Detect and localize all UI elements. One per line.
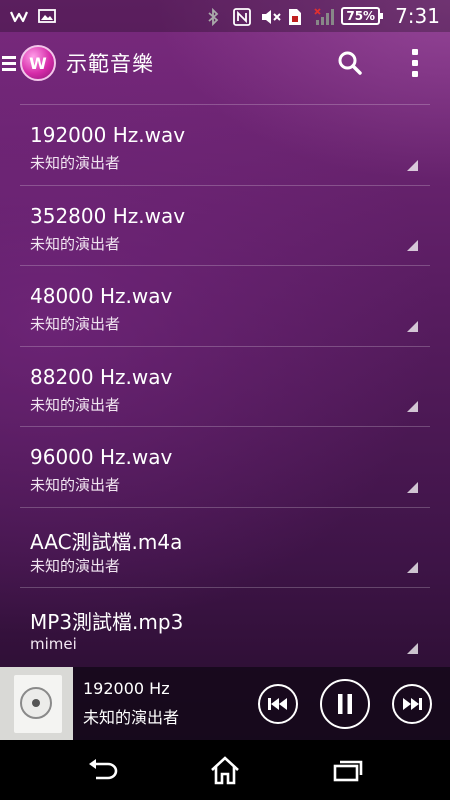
recent-apps-button[interactable]	[324, 750, 372, 790]
list-item[interactable]: MP3測試檔.mp3 mimei	[20, 588, 430, 667]
battery-percent: 75%	[346, 9, 376, 23]
list-item[interactable]: 88200 Hz.wav 未知的演出者	[20, 347, 430, 427]
context-menu-indicator-icon[interactable]	[407, 481, 418, 493]
track-title: 48000 Hz.wav	[30, 284, 173, 308]
logo-letter: W	[29, 53, 47, 73]
pause-icon	[338, 693, 352, 714]
now-playing-artist: 未知的演出者	[83, 708, 180, 727]
action-bar: W 示範音樂	[0, 32, 450, 94]
now-playing-bar[interactable]: 192000 Hz 未知的演出者	[0, 667, 450, 740]
context-menu-indicator-icon[interactable]	[407, 240, 418, 251]
overflow-menu-icon[interactable]	[400, 43, 430, 83]
list-item[interactable]: 96000 Hz.wav 未知的演出者	[20, 427, 430, 508]
track-title: MP3測試檔.mp3	[30, 610, 184, 634]
track-title: 192000 Hz.wav	[30, 123, 186, 147]
mute-icon	[260, 8, 282, 24]
search-icon	[338, 51, 362, 75]
track-artist: 未知的演出者	[30, 315, 121, 333]
walkman-notification-icon	[9, 8, 29, 24]
clock: 7:31	[395, 4, 440, 28]
navigation-bar	[0, 740, 450, 800]
context-menu-indicator-icon[interactable]	[407, 159, 418, 171]
list-item[interactable]: 192000 Hz.wav 未知的演出者	[20, 105, 430, 186]
home-icon	[211, 756, 239, 785]
recent-apps-icon	[334, 760, 363, 782]
track-title: AAC測試檔.m4a	[30, 529, 183, 554]
disc-icon	[20, 687, 52, 719]
bluetooth-icon	[206, 7, 224, 27]
context-menu-indicator-icon[interactable]	[407, 562, 418, 573]
status-bar: 75% 7:31	[0, 0, 450, 32]
now-playing-title: 192000 Hz	[83, 679, 170, 698]
battery-icon: 75%	[341, 7, 383, 25]
back-icon	[88, 759, 117, 780]
previous-icon	[268, 697, 287, 710]
image-icon	[38, 8, 56, 24]
previous-button[interactable]	[258, 683, 298, 724]
album-art[interactable]	[0, 667, 73, 740]
menu-icon[interactable]	[2, 55, 16, 71]
track-title: 352800 Hz.wav	[30, 203, 186, 228]
context-menu-indicator-icon[interactable]	[407, 642, 418, 654]
track-artist: 未知的演出者	[30, 476, 121, 494]
next-icon	[403, 697, 422, 710]
home-button[interactable]	[201, 750, 249, 790]
walkman-logo[interactable]: W	[20, 45, 56, 81]
list-item[interactable]: 48000 Hz.wav 未知的演出者	[20, 266, 430, 347]
sim-icon	[287, 8, 305, 25]
track-list[interactable]: 192000 Hz.wav 未知的演出者 352800 Hz.wav 未知的演出…	[20, 104, 430, 667]
track-artist: 未知的演出者	[30, 395, 121, 414]
signal-icon	[314, 8, 335, 25]
context-menu-indicator-icon[interactable]	[407, 320, 418, 332]
track-artist: 未知的演出者	[30, 556, 121, 575]
back-button[interactable]	[78, 750, 126, 790]
page-title: 示範音樂	[66, 52, 154, 76]
pause-button[interactable]	[320, 678, 370, 729]
track-title: 96000 Hz.wav	[30, 445, 173, 469]
list-item[interactable]: 352800 Hz.wav 未知的演出者	[20, 186, 430, 266]
track-title: 88200 Hz.wav	[30, 364, 173, 389]
search-button[interactable]	[330, 43, 370, 83]
next-button[interactable]	[392, 683, 432, 724]
context-menu-indicator-icon[interactable]	[407, 401, 418, 412]
nfc-icon	[233, 8, 252, 26]
list-item[interactable]: AAC測試檔.m4a 未知的演出者	[20, 508, 430, 588]
track-artist: 未知的演出者	[30, 234, 121, 253]
track-artist: mimei	[30, 635, 77, 653]
track-artist: 未知的演出者	[30, 154, 121, 172]
